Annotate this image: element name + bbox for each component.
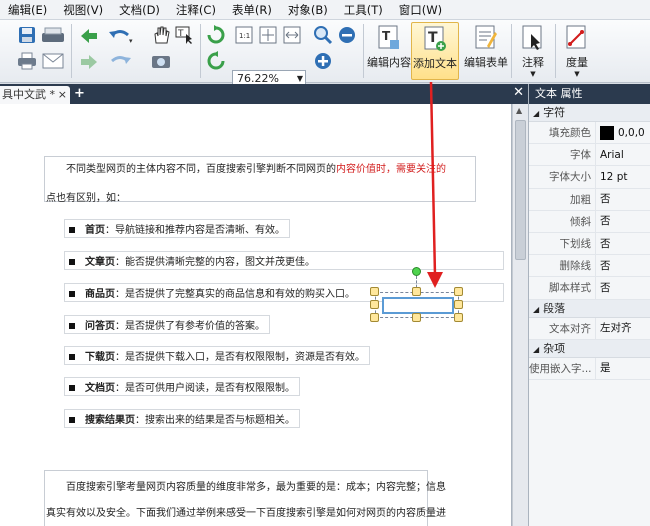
close-tab-icon[interactable]: × bbox=[58, 86, 67, 104]
prop-text-align[interactable]: 文本对齐 左对齐 bbox=[529, 317, 650, 340]
zoom-in-icon[interactable] bbox=[312, 50, 334, 72]
resize-handle[interactable] bbox=[370, 300, 379, 309]
section-paragraph[interactable]: ◢ 段落 bbox=[529, 299, 650, 318]
resize-handle[interactable] bbox=[412, 313, 421, 322]
print-icon[interactable] bbox=[16, 50, 38, 72]
properties-panel: 文本 属性 ◢ 字符 填充颜色 0,0,0 字体 Arial 字体大小 12 pt 加粗… bbox=[528, 84, 650, 526]
color-swatch[interactable] bbox=[600, 125, 614, 140]
chevron-down-icon: ▼ bbox=[574, 70, 580, 78]
list-item: 文档页：是否可供用户阅读，是否有权限限制。 bbox=[64, 377, 300, 396]
list-item: 首页：导航链接和推荐内容是否清晰、有效。 bbox=[64, 219, 290, 238]
collapse-icon[interactable]: ◢ bbox=[533, 305, 539, 314]
add-tab-icon[interactable]: + bbox=[74, 86, 85, 101]
actual-size-icon[interactable]: 1:1 bbox=[233, 24, 255, 46]
list-item: 问答页：是否提供了有参考价值的答案。 bbox=[64, 315, 270, 334]
email-icon[interactable] bbox=[40, 50, 66, 72]
svg-text:▾: ▾ bbox=[129, 37, 133, 45]
prop-strikethrough[interactable]: 删除线否 bbox=[529, 255, 650, 278]
section-misc[interactable]: ◢ 杂项 bbox=[529, 339, 650, 358]
collapse-icon[interactable]: ◢ bbox=[533, 109, 539, 118]
resize-handle[interactable] bbox=[454, 313, 463, 322]
intro-line-2: 点也有区别，如： bbox=[46, 193, 126, 204]
edit-content-button[interactable]: T 编辑内容 bbox=[366, 22, 412, 80]
scrollbar-thumb[interactable] bbox=[515, 120, 526, 260]
rotate-ccw-icon[interactable] bbox=[205, 50, 227, 72]
menu-document[interactable]: 文档(D) bbox=[111, 2, 168, 18]
vertical-scrollbar[interactable]: ▲ bbox=[512, 104, 528, 526]
edit-form-button[interactable]: 编辑表单 bbox=[462, 22, 510, 80]
hand-tool-icon[interactable] bbox=[150, 24, 172, 46]
panel-title: 文本 属性 bbox=[529, 84, 650, 104]
scanner-icon[interactable] bbox=[40, 24, 66, 46]
prop-bold[interactable]: 加粗否 bbox=[529, 188, 650, 211]
fit-width-icon[interactable] bbox=[281, 24, 303, 46]
add-text-button[interactable]: T 添加文本 bbox=[411, 22, 459, 80]
collapse-icon[interactable]: ◢ bbox=[533, 345, 539, 354]
menu-window[interactable]: 窗口(W) bbox=[391, 2, 450, 18]
svg-text:T: T bbox=[428, 30, 438, 46]
menu-object[interactable]: 对象(B) bbox=[280, 2, 336, 18]
toolbar: ▾ T 1:1 76.22% ▼ T 编辑内容 T 添加文本 编辑表单 注释 ▼… bbox=[0, 20, 650, 88]
edit-form-label: 编辑表单 bbox=[464, 56, 508, 69]
save-icon[interactable] bbox=[16, 24, 38, 46]
prop-script-style[interactable]: 脚本样式否 bbox=[529, 277, 650, 300]
resize-handle[interactable] bbox=[454, 287, 463, 296]
chevron-down-icon: ▼ bbox=[530, 70, 536, 78]
measure-label: 度量 bbox=[566, 56, 588, 69]
zoom-out-icon[interactable] bbox=[336, 24, 358, 46]
menu-form[interactable]: 表单(R) bbox=[224, 2, 280, 18]
snapshot-icon[interactable] bbox=[150, 50, 172, 72]
forward-icon[interactable] bbox=[78, 52, 100, 72]
paragraph-line-2: 真实有效以及安全。下面我们通过举例来感受一下百度搜索引擎是如何对网页的内容质量进 bbox=[46, 508, 446, 519]
scroll-up-icon[interactable]: ▲ bbox=[516, 106, 522, 115]
svg-text:T: T bbox=[382, 29, 391, 43]
edit-content-label: 编辑内容 bbox=[367, 56, 411, 69]
annotate-label: 注释 bbox=[522, 56, 544, 69]
paragraph-line-1: 百度搜索引擎考量网页内容质量的维度非常多，最为重要的是：成本；内容完整；信息 bbox=[66, 482, 446, 493]
resize-handle[interactable] bbox=[454, 300, 463, 309]
menu-view[interactable]: 视图(V) bbox=[55, 2, 111, 18]
resize-handle[interactable] bbox=[370, 287, 379, 296]
prop-italic[interactable]: 倾斜否 bbox=[529, 210, 650, 233]
resize-handle[interactable] bbox=[370, 313, 379, 322]
menu-edit[interactable]: 编辑(E) bbox=[0, 2, 55, 18]
intro-line-1: 不同类型网页的主体内容不同，百度搜索引擎判断不同网页的内容价值时，需要关注的 bbox=[66, 164, 446, 175]
prop-font[interactable]: 字体 Arial bbox=[529, 144, 650, 167]
back-icon[interactable] bbox=[78, 26, 100, 46]
menu-tools[interactable]: 工具(T) bbox=[336, 2, 391, 18]
prop-embed-font[interactable]: 使用嵌入字... 是 bbox=[529, 357, 650, 380]
document-tab[interactable]: 具中文武 * × bbox=[0, 86, 70, 104]
menu-comment[interactable]: 注释(C) bbox=[168, 2, 224, 18]
fit-page-icon[interactable] bbox=[257, 24, 279, 46]
menu-bar: 编辑(E) 视图(V) 文档(D) 注释(C) 表单(R) 对象(B) 工具(T… bbox=[0, 0, 650, 20]
add-text-label: 添加文本 bbox=[413, 57, 457, 70]
prop-underline[interactable]: 下划线否 bbox=[529, 232, 650, 256]
list-item: 搜索结果页：搜索出来的结果是否与标题相关。 bbox=[64, 409, 300, 428]
prop-font-size[interactable]: 字体大小 12 pt bbox=[529, 166, 650, 189]
section-character[interactable]: ◢ 字符 bbox=[529, 104, 650, 122]
zoom-in-tool-icon[interactable] bbox=[312, 24, 334, 46]
svg-text:T: T bbox=[177, 29, 184, 39]
document-tab-label: 具中文武 * bbox=[2, 88, 55, 101]
annotation-arrow bbox=[427, 81, 443, 288]
list-item: 下载页：是否提供下载入口，是否有权限限制，资源是否有效。 bbox=[64, 346, 370, 365]
select-text-icon[interactable]: T bbox=[174, 24, 196, 46]
measure-button[interactable]: 度量 ▼ bbox=[557, 22, 597, 80]
annotate-button[interactable]: 注释 ▼ bbox=[513, 22, 553, 80]
svg-text:1:1: 1:1 bbox=[239, 32, 250, 40]
prop-fill-color[interactable]: 填充颜色 0,0,0 bbox=[529, 122, 650, 145]
rotate-cw-icon[interactable] bbox=[205, 24, 227, 46]
close-icon[interactable]: ✕ bbox=[513, 85, 524, 100]
redo-icon[interactable] bbox=[106, 52, 136, 72]
undo-icon[interactable]: ▾ bbox=[106, 26, 136, 46]
